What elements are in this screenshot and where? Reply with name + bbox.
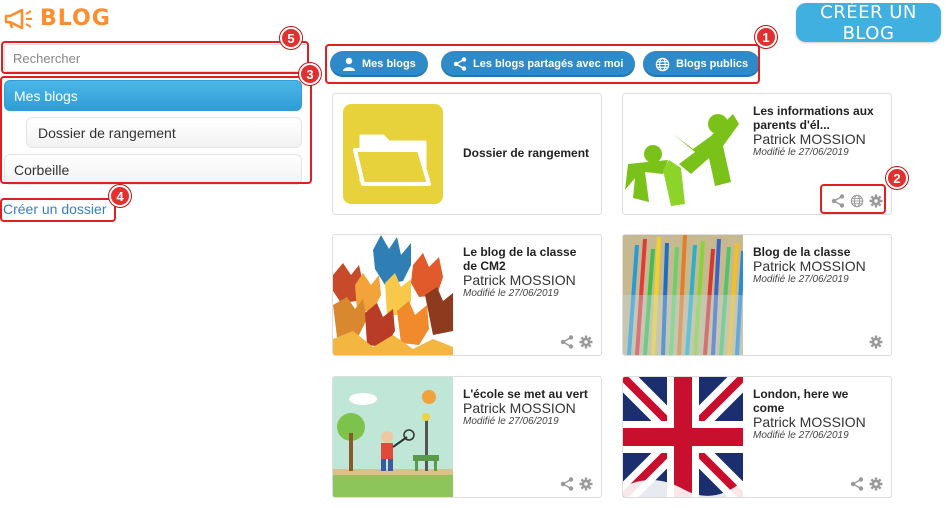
share-icon bbox=[453, 57, 467, 71]
union-jack-flag-image bbox=[623, 377, 743, 497]
blog-card-date: Modifié le 27/06/2019 bbox=[753, 430, 849, 441]
folder-card[interactable]: Dossier de rangement bbox=[332, 93, 602, 215]
folder-icon bbox=[343, 104, 443, 204]
annotation-badge: 1 bbox=[755, 26, 777, 48]
annotation-badge: 3 bbox=[299, 63, 321, 85]
blog-card-title: Les informations aux parents d'él... bbox=[753, 104, 874, 132]
blog-card-author: Patrick MOSSION bbox=[463, 272, 576, 288]
page-title: BLOG bbox=[40, 6, 111, 31]
blog-card-info: Blog de la classe Patrick MOSSION Modifi… bbox=[753, 245, 883, 286]
blog-card[interactable]: Blog de la classe Patrick MOSSION Modifi… bbox=[622, 234, 892, 356]
blog-card-info: London, here we come Patrick MOSSION Mod… bbox=[753, 387, 883, 442]
folder-card-title: Dossier de rangement bbox=[463, 146, 590, 160]
user-icon bbox=[343, 57, 355, 71]
search-box bbox=[4, 44, 308, 72]
create-blog-button[interactable]: CRÉER UN BLOG bbox=[796, 2, 941, 44]
blog-card[interactable]: Le blog de la classe de CM2 Patrick MOSS… bbox=[332, 234, 602, 356]
gear-icon[interactable] bbox=[869, 335, 883, 349]
share-icon[interactable] bbox=[560, 335, 574, 349]
blog-card-title: L'école se met au vert bbox=[463, 387, 588, 401]
blog-card[interactable]: L'école se met au vert Patrick MOSSION M… bbox=[332, 376, 602, 498]
globe-icon[interactable] bbox=[850, 194, 864, 208]
gear-icon[interactable] bbox=[869, 477, 883, 491]
blog-card-actions bbox=[831, 194, 883, 208]
blog-card-date: Modifié le 27/06/2019 bbox=[753, 274, 849, 285]
blog-card-info: Le blog de la classe de CM2 Patrick MOSS… bbox=[463, 245, 593, 300]
filter-my-blogs-label: Mes blogs bbox=[362, 58, 416, 70]
blog-thumbnail bbox=[623, 377, 743, 497]
blog-card-actions bbox=[850, 477, 883, 491]
blog-card-actions bbox=[560, 477, 593, 491]
annotation-badge: 2 bbox=[886, 167, 908, 189]
sidebar-nav: Mes blogs Dossier de rangement Corbeille bbox=[4, 80, 302, 191]
blog-card-date: Modifié le 27/06/2019 bbox=[753, 147, 849, 158]
sidebar-item-storage-folder[interactable]: Dossier de rangement bbox=[26, 117, 302, 148]
gear-icon[interactable] bbox=[579, 477, 593, 491]
filter-shared-blogs-label: Les blogs partagés avec moi bbox=[473, 58, 624, 70]
hands-image bbox=[333, 235, 453, 355]
megaphone-icon bbox=[4, 8, 32, 29]
blog-card-actions bbox=[560, 335, 593, 349]
blog-card[interactable]: Les informations aux parents d'él... Pat… bbox=[622, 93, 892, 215]
annotation-badge: 4 bbox=[109, 185, 131, 207]
filter-shared-blogs-button[interactable]: Les blogs partagés avec moi bbox=[441, 51, 636, 77]
filter-my-blogs-button[interactable]: Mes blogs bbox=[330, 51, 428, 77]
blog-card-date: Modifié le 27/06/2019 bbox=[463, 416, 559, 427]
share-icon[interactable] bbox=[560, 477, 574, 491]
globe-icon bbox=[655, 57, 670, 71]
sidebar-item-trash[interactable]: Corbeille bbox=[4, 154, 302, 185]
blog-card-info: L'école se met au vert Patrick MOSSION M… bbox=[463, 387, 593, 428]
gear-icon[interactable] bbox=[579, 335, 593, 349]
colored-pencils-image bbox=[623, 235, 743, 355]
blog-card-author: Patrick MOSSION bbox=[753, 258, 866, 274]
sidebar-item-my-blogs[interactable]: Mes blogs bbox=[4, 80, 302, 111]
blog-card-author: Patrick MOSSION bbox=[753, 414, 866, 430]
blog-card-title: Le blog de la classe de CM2 bbox=[463, 245, 577, 273]
blog-card-title: Blog de la classe bbox=[753, 245, 851, 259]
filter-public-blogs-button[interactable]: Blogs publics bbox=[643, 51, 761, 77]
search-input[interactable] bbox=[4, 44, 308, 72]
park-illustration-image bbox=[333, 377, 453, 497]
blog-card-actions bbox=[869, 335, 883, 349]
create-folder-link[interactable]: Créer un dossier bbox=[3, 201, 107, 217]
blog-thumbnail bbox=[623, 94, 743, 214]
blog-thumbnail bbox=[623, 235, 743, 355]
blog-card[interactable]: London, here we come Patrick MOSSION Mod… bbox=[622, 376, 892, 498]
app-title: BLOG bbox=[4, 6, 111, 31]
blog-thumbnail bbox=[333, 377, 453, 497]
annotation-badge: 5 bbox=[280, 27, 302, 49]
blog-card-author: Patrick MOSSION bbox=[463, 400, 576, 416]
share-icon[interactable] bbox=[850, 477, 864, 491]
blog-thumbnail bbox=[333, 235, 453, 355]
folder-thumbnail bbox=[333, 94, 453, 214]
blog-card-author: Patrick MOSSION bbox=[753, 131, 866, 147]
blog-card-info: Les informations aux parents d'él... Pat… bbox=[753, 104, 883, 159]
gear-icon[interactable] bbox=[869, 194, 883, 208]
filter-public-blogs-label: Blogs publics bbox=[676, 58, 749, 70]
blog-card-date: Modifié le 27/06/2019 bbox=[463, 288, 559, 299]
share-icon[interactable] bbox=[831, 194, 845, 208]
blog-card-title: London, here we come bbox=[753, 387, 849, 415]
people-logo-image bbox=[623, 94, 743, 214]
